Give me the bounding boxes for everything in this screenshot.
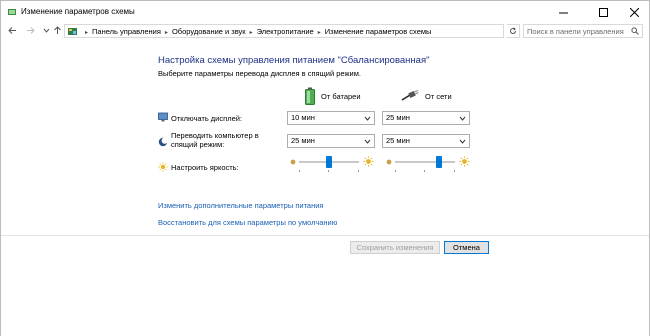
slider-tick: [358, 170, 359, 172]
address-bar[interactable]: ▸ Панель управления ▸ Оборудование и звук ▸ Э…: [64, 24, 566, 38]
page-subtitle: Выберите параметры перевода дисплея в сп…: [158, 69, 361, 78]
slider-tick: [454, 170, 455, 172]
display-off-label: Отключать дисплей:: [171, 114, 243, 123]
battery-column-label: От батареи: [321, 91, 361, 101]
sun-icon: [290, 159, 296, 165]
sun-icon: [363, 156, 374, 167]
forward-arrow-icon: [27, 27, 35, 34]
display-off-ac-value: 25 мин: [386, 113, 410, 122]
page-title: Настройка схемы управления питанием "Сба…: [158, 55, 430, 66]
search-box[interactable]: [523, 24, 643, 38]
breadcrumb-item[interactable]: Изменение параметров схемы: [325, 27, 432, 36]
refresh-icon: [510, 27, 516, 34]
forward-button[interactable]: [25, 25, 36, 36]
chevron-down-icon: [459, 139, 466, 144]
search-icon: [631, 27, 639, 35]
breadcrumb-separator-icon: ▸: [164, 30, 168, 36]
battery-icon: [305, 87, 315, 105]
display-off-battery-select[interactable]: 10 мин: [287, 111, 375, 125]
minimize-icon: [558, 12, 568, 13]
breadcrumb-separator-icon: ▸: [85, 30, 89, 36]
monitor-icon: [158, 112, 168, 122]
sleep-battery-value: 25 мин: [291, 136, 315, 145]
maximize-button[interactable]: [586, 1, 620, 23]
breadcrumb-item[interactable]: Панель управления: [92, 27, 161, 36]
slider-tick: [395, 170, 396, 172]
chevron-down-icon: [43, 28, 50, 33]
sleep-battery-select[interactable]: 25 мин: [287, 134, 375, 148]
breadcrumb-separator-icon: ▸: [317, 30, 321, 36]
recent-locations-button[interactable]: [41, 25, 52, 36]
brightness-ac-slider[interactable]: [395, 156, 455, 176]
chevron-down-icon: [364, 116, 371, 121]
restore-defaults-link[interactable]: Восстановить для схемы параметры по умол…: [158, 218, 337, 227]
ac-column-header: От сети: [401, 86, 452, 106]
slider-tick: [424, 170, 425, 172]
main-content: Настройка схемы управления питанием "Сба…: [0, 40, 650, 336]
title-bar: Изменение параметров схемы: [0, 0, 650, 22]
up-arrow-icon: [54, 26, 61, 34]
sleep-label: Переводить компьютер в спящий режим:: [171, 131, 259, 149]
sun-icon: [158, 162, 168, 172]
sleep-ac-value: 25 мин: [386, 136, 410, 145]
breadcrumb-item[interactable]: Оборудование и звук: [172, 27, 246, 36]
app-icon: [8, 9, 16, 15]
moon-icon: [158, 137, 168, 147]
breadcrumb-item[interactable]: Электропитание: [257, 27, 314, 36]
slider-track: [395, 161, 455, 163]
display-off-ac-select[interactable]: 25 мин: [382, 111, 470, 125]
address-row: ▸ Панель управления ▸ Оборудование и звук ▸ Э…: [0, 22, 650, 40]
battery-column-header: От батареи: [305, 86, 361, 106]
brightness-battery-slider[interactable]: [299, 156, 359, 176]
save-button[interactable]: Сохранить изменения: [350, 241, 440, 254]
window-title: Изменение параметров схемы: [21, 7, 135, 16]
sun-icon: [459, 156, 470, 167]
cancel-button[interactable]: Отмена: [444, 241, 489, 254]
plug-icon: [401, 90, 419, 101]
control-panel-icon: [68, 28, 77, 35]
close-button[interactable]: [617, 1, 650, 23]
breadcrumb: ▸ Панель управления ▸ Оборудование и звук ▸ Э…: [81, 27, 431, 36]
back-arrow-icon: [8, 27, 16, 34]
back-button[interactable]: [7, 25, 18, 36]
slider-tick: [328, 170, 329, 172]
slider-thumb[interactable]: [436, 156, 442, 168]
display-off-battery-value: 10 мин: [291, 113, 315, 122]
chevron-down-icon: [364, 139, 371, 144]
sun-icon: [386, 159, 392, 165]
up-button[interactable]: [52, 25, 63, 36]
chevron-down-icon: [459, 116, 466, 121]
sleep-ac-select[interactable]: 25 мин: [382, 134, 470, 148]
minimize-button[interactable]: [546, 1, 580, 23]
search-input[interactable]: [527, 26, 627, 36]
advanced-settings-link[interactable]: Изменить дополнительные параметры питани…: [158, 201, 323, 210]
refresh-button[interactable]: [507, 24, 520, 38]
ac-column-label: От сети: [425, 91, 452, 101]
slider-thumb[interactable]: [326, 156, 332, 168]
brightness-label: Настроить яркость:: [171, 163, 239, 172]
divider: [1, 235, 649, 236]
close-icon: [629, 7, 639, 17]
slider-tick: [299, 170, 300, 172]
maximize-icon: [598, 7, 608, 17]
breadcrumb-separator-icon: ▸: [249, 30, 253, 36]
